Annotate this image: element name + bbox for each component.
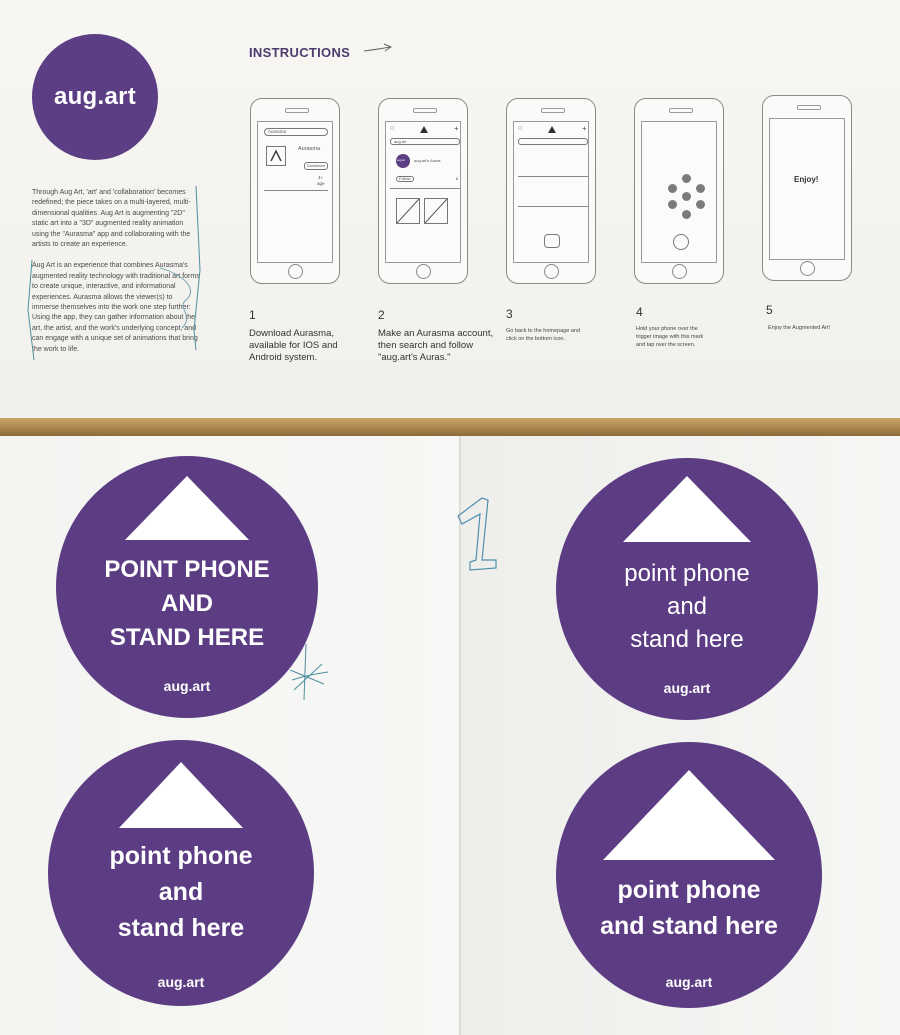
pen-scribble-left (27, 185, 201, 361)
age-rating-label: age (317, 181, 325, 186)
plus-icon: + (582, 124, 587, 133)
sticker-2-brand: aug.art (663, 680, 711, 696)
plus-icon: + (454, 124, 459, 133)
divider (518, 206, 588, 207)
sticker-point-phone-1: POINT PHONE AND STAND HERE aug.art (56, 456, 318, 718)
home-button (544, 264, 559, 279)
aura-count: 8 (456, 176, 459, 181)
sticker-3-line-3: stand here (117, 914, 245, 942)
sticker-2-line-1: point phone (624, 560, 750, 587)
trigger-mark-icon (666, 174, 708, 220)
home-button (672, 264, 687, 279)
home-button (416, 264, 431, 279)
instruction-sheet: aug.art Through Aug Art, 'art' and 'coll… (0, 0, 900, 418)
sticker-point-phone-4: point phone and stand here aug.art (556, 742, 822, 1008)
follow-label: Follow (399, 176, 411, 181)
aurasma-icon (548, 126, 556, 133)
sticker-2-line-2: and (666, 593, 708, 620)
step-3-text: Go back to the homepage and click on the… (506, 328, 580, 342)
sticker-1-line-3: STAND HERE (109, 624, 265, 651)
divider (264, 190, 328, 191)
sticker-4-line-1: point phone (617, 876, 761, 904)
download-label: Download (307, 163, 325, 168)
instructions-title: INSTRUCTIONS (249, 45, 351, 60)
arrow-scribble-icon (363, 43, 393, 52)
search-text: aug.art (394, 139, 407, 144)
account-avatar-text: aug.art (397, 159, 405, 162)
sticker-2-line-3: stand here (630, 626, 744, 653)
scan-icon (544, 234, 560, 248)
phone-speaker (797, 105, 821, 110)
scan-button-icon (673, 234, 689, 250)
home-button (288, 264, 303, 279)
phone-screen: Enjoy! (769, 118, 845, 260)
phone-speaker (669, 108, 693, 113)
search-bar (518, 138, 588, 145)
profile-icon: ○ (518, 125, 523, 132)
age-rating: 4+ (318, 175, 324, 180)
phone-speaker (413, 108, 437, 113)
phone-speaker (541, 108, 565, 113)
phone-screen: Aurasma Aurasma Download 4+ age (257, 121, 333, 263)
up-arrow-icon (125, 476, 249, 540)
sticker-point-phone-3: point phone and stand here aug.art (48, 740, 314, 1006)
phone-speaker (285, 108, 309, 113)
aug-art-logo: aug.art (32, 34, 158, 160)
sticker-3-line-2: and (158, 878, 204, 906)
aura-thumb-2 (424, 198, 448, 224)
home-button (800, 261, 815, 276)
phone-screen: ○ + aug.art aug.art aug.art's Auras Foll… (385, 121, 461, 263)
sticker-1-line-2: AND (161, 590, 213, 617)
sticker-4-line-2: and stand here (600, 912, 778, 940)
enjoy-text: Enjoy! (794, 175, 819, 184)
divider (390, 188, 460, 189)
sticker-point-phone-2: point phone and stand here aug.art (556, 458, 818, 720)
app-icon (266, 146, 286, 166)
phone-screen (641, 121, 717, 263)
step-4-number: 4 (636, 305, 643, 319)
aurasma-icon (420, 126, 428, 133)
step-2-text: Make an Aurasma account, then search and… (378, 328, 494, 363)
search-text: Aurasma (268, 129, 287, 134)
step-5-number: 5 (766, 303, 773, 317)
desk-edge (0, 418, 900, 436)
sticker-4-brand: aug.art (665, 974, 713, 990)
handwritten-number-1 (457, 497, 497, 571)
phone-screen: ○ + (513, 121, 589, 263)
aura-thumb-1 (396, 198, 420, 224)
sticker-3-line-1: point phone (109, 842, 253, 870)
phone-step-2: ○ + aug.art aug.art aug.art's Auras Foll… (378, 98, 468, 284)
step-3-number: 3 (506, 307, 513, 321)
up-arrow-icon (119, 762, 243, 828)
up-arrow-icon (623, 476, 751, 542)
phone-step-1: Aurasma Aurasma Download 4+ age (250, 98, 340, 284)
up-arrow-icon (603, 770, 775, 860)
sticker-1-brand: aug.art (163, 678, 211, 694)
phone-step-3: ○ + (506, 98, 596, 284)
phone-step-4 (634, 98, 724, 284)
account-name: aug.art's Auras (414, 158, 441, 163)
step-4-text: Hold your phone over the trigger image w… (636, 326, 704, 348)
step-1-text: Download Aurasma, available for IOS and … (249, 328, 338, 363)
step-1-number: 1 (249, 308, 256, 322)
step-2-number: 2 (378, 308, 385, 322)
sticker-3-brand: aug.art (157, 974, 205, 990)
step-5-text: Enjoy the Augmented Art! (768, 325, 831, 331)
divider (518, 176, 588, 177)
phone-step-5: Enjoy! (762, 95, 852, 281)
logo-text: aug.art (53, 83, 137, 110)
sticker-1-line-1: POINT PHONE (104, 556, 270, 583)
profile-icon: ○ (390, 125, 395, 132)
app-name: Aurasma (298, 146, 321, 152)
